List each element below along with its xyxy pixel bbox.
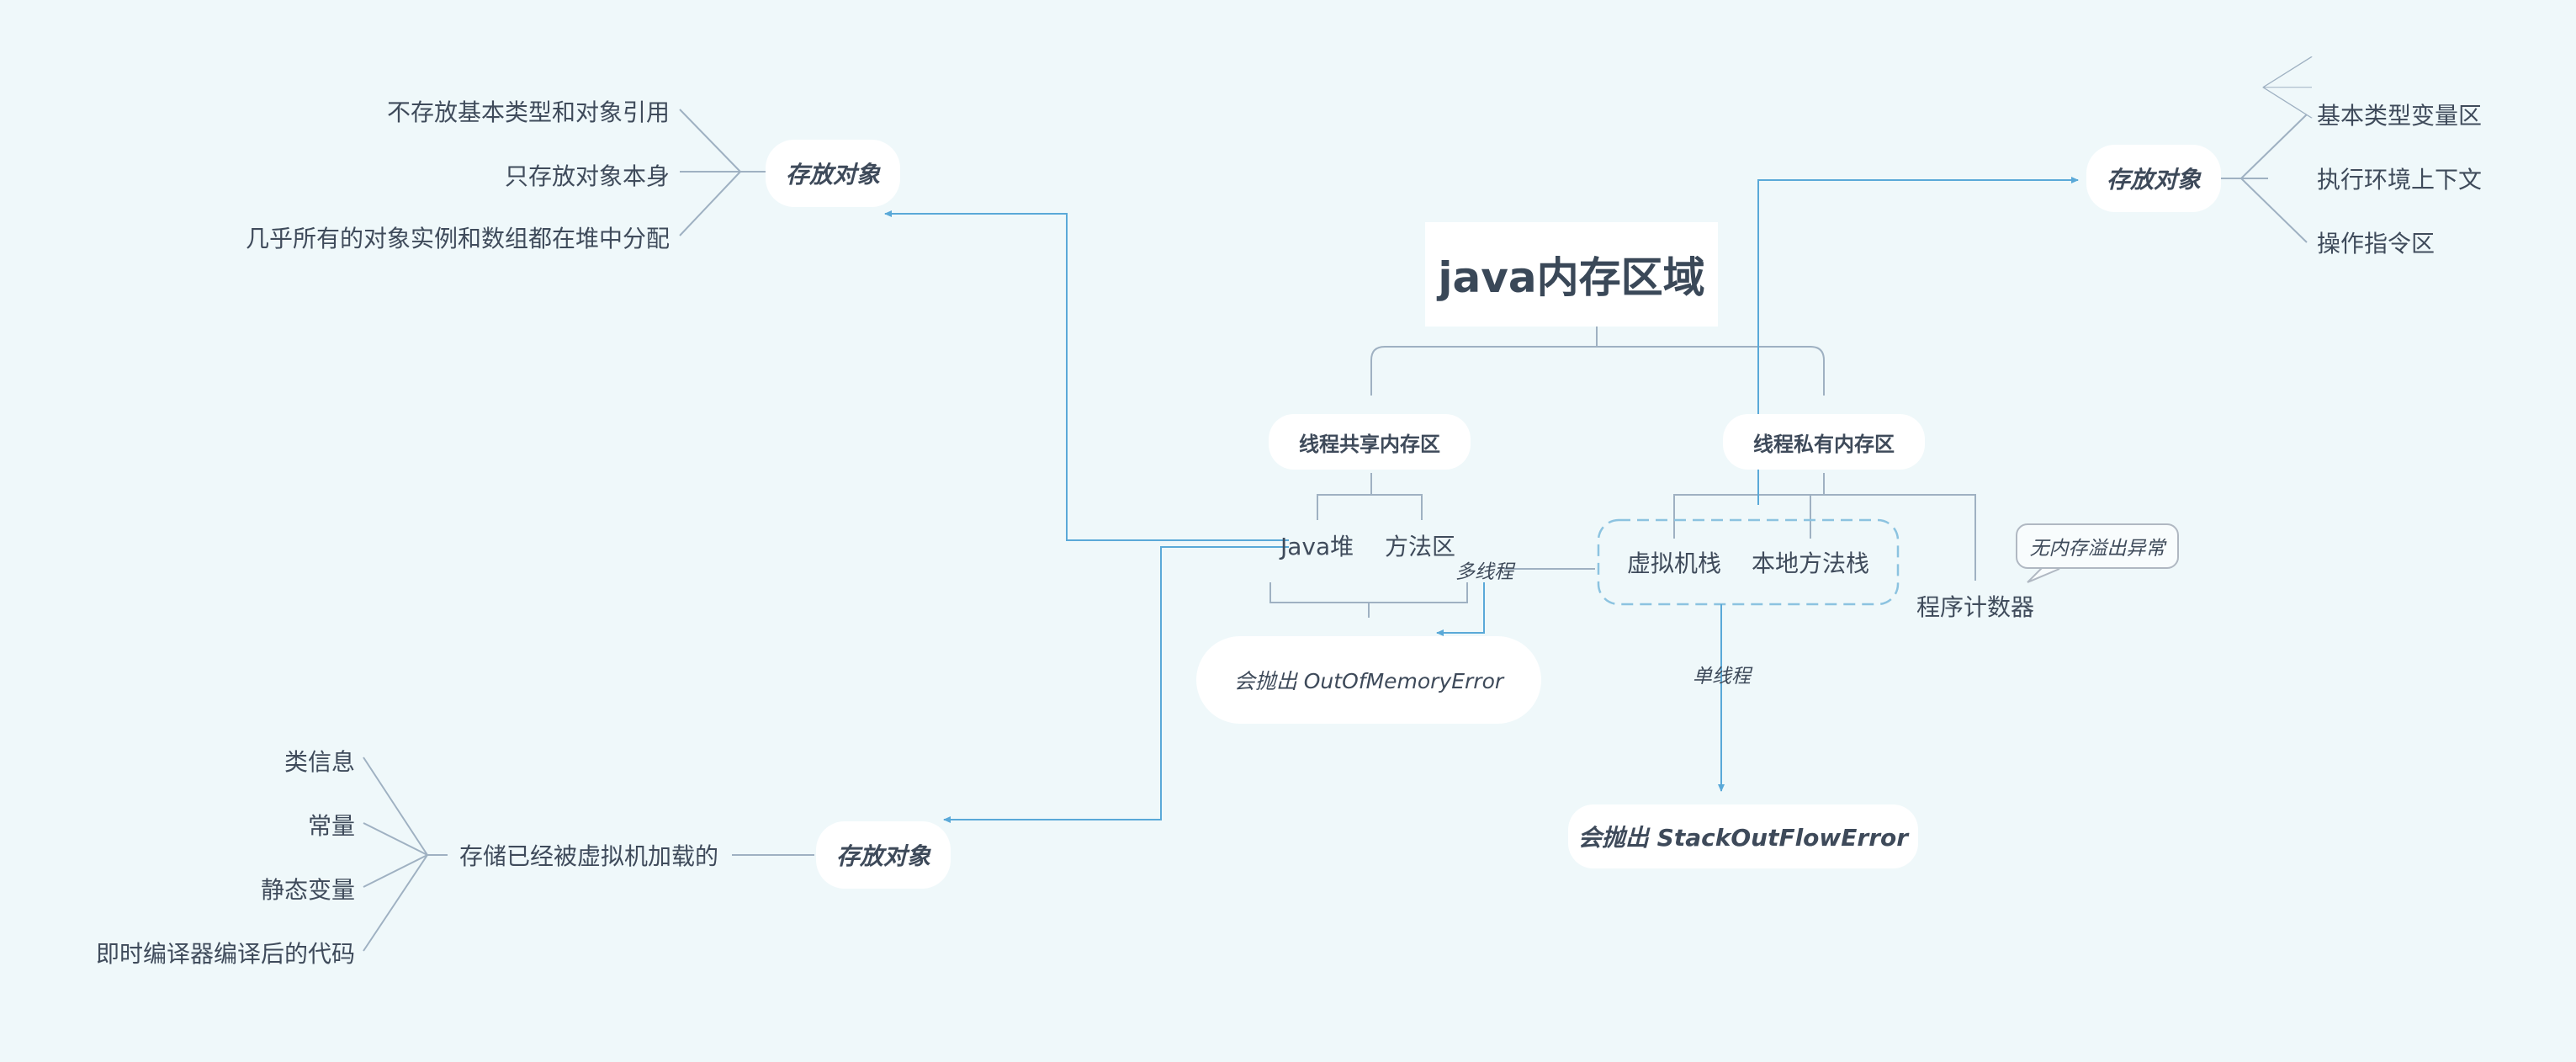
stack-store-item: 操作指令区: [2317, 230, 2436, 258]
native-stack-node[interactable]: 本地方法栈: [1752, 545, 1869, 579]
method-store-item: 类信息: [284, 748, 355, 776]
stack-store-item: 执行环境上下文: [2317, 166, 2483, 194]
java-heap-node[interactable]: Java堆: [1280, 528, 1354, 562]
vm-stack-node[interactable]: 虚拟机栈: [1627, 545, 1721, 579]
method-store-item: 即时编译器编译后的代码: [95, 940, 355, 968]
singlethread-label: 单线程: [1693, 666, 1751, 688]
root-node[interactable]: java内存区域: [1425, 222, 1718, 327]
shared-memory-node[interactable]: 线程共享内存区: [1269, 414, 1471, 470]
soe-node[interactable]: 会抛出 StackOutFlowError: [1568, 804, 1918, 868]
heap-store-item: 不存放基本类型和对象引用: [386, 98, 670, 126]
program-counter-node[interactable]: 程序计数器: [1916, 589, 2034, 623]
multithread-label: 多线程: [1455, 561, 1513, 583]
mindmap-canvas: java内存区域 线程共享内存区 线程私有内存区 Java堆 方法区 多线程 会…: [0, 0, 2576, 1062]
pc-note-callout: 无内存溢出异常: [2016, 523, 2179, 569]
stack-store-node[interactable]: 存放对象: [2086, 145, 2221, 212]
oom-node[interactable]: 会抛出 OutOfMemoryError: [1196, 636, 1541, 724]
method-store-item: 常量: [307, 812, 355, 840]
heap-store-item: 几乎所有的对象实例和数组都在堆中分配: [245, 225, 670, 252]
stack-store-item: 基本类型变量区: [2317, 102, 2483, 130]
method-store-node[interactable]: 存放对象: [816, 821, 951, 889]
method-store-desc[interactable]: 存储已经被虚拟机加载的: [459, 838, 718, 872]
heap-store-item: 只存放对象本身: [504, 162, 670, 190]
method-area-node[interactable]: 方法区: [1385, 528, 1455, 562]
private-memory-node[interactable]: 线程私有内存区: [1723, 414, 1925, 470]
method-store-item: 静态变量: [260, 876, 355, 904]
heap-store-node[interactable]: 存放对象: [766, 140, 900, 207]
